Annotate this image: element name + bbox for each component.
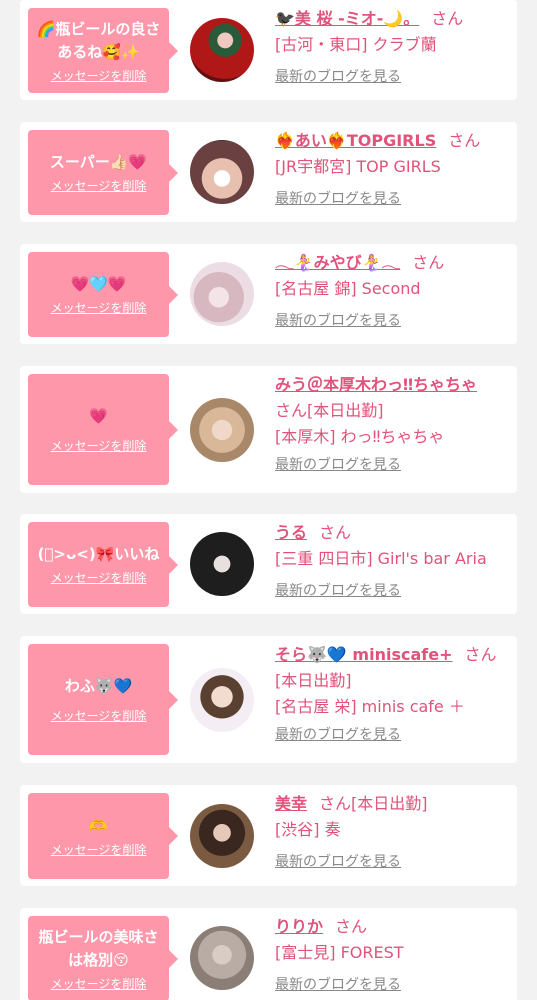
delete-message-link[interactable]: メッセージを削除 [51, 178, 147, 194]
message-text: 🫶 [89, 816, 108, 835]
cast-name-link[interactable]: りりか [275, 917, 323, 936]
latest-blog-link[interactable]: 最新のブログを見る [275, 580, 511, 602]
message-text: 🌈瓶ビールの良さ あるね🥰✨ [36, 19, 161, 61]
latest-blog-link[interactable]: 最新のブログを見る [275, 974, 511, 996]
message-text: 瓶ビールの美味さ は格別😚 [38, 927, 159, 969]
honorific: さん [448, 131, 481, 150]
message-bubble: 瓶ビールの美味さ は格別😚 メッセージを削除 [28, 916, 178, 1000]
status-badge: [本日出勤] [307, 401, 384, 420]
honorific: さん [275, 401, 308, 420]
latest-blog-link[interactable]: 最新のブログを見る [275, 724, 511, 746]
message-card: スーパー👍🏻💗 メッセージを削除 ❤️‍🔥あい❤️‍🔥TOPGIRLS さん [J… [20, 122, 517, 222]
avatar[interactable] [190, 398, 254, 462]
delete-message-link[interactable]: メッセージを削除 [51, 708, 147, 724]
latest-blog-link[interactable]: 最新のブログを見る [275, 310, 511, 332]
honorific: さん [431, 9, 464, 28]
message-text: (ﾟ>ᴗ<)🎀いいね [37, 545, 160, 563]
message-card: 💗 メッセージを削除 みう＠本厚木わっ‼︎ちゃちゃ さん[本日出勤] [本厚木]… [20, 366, 517, 493]
avatar[interactable] [190, 804, 254, 868]
honorific: さん [464, 645, 497, 664]
shop-info: [JR宇都宮] TOP GIRLS [275, 157, 441, 176]
message-text: 💗 [89, 407, 108, 425]
avatar[interactable] [190, 668, 254, 732]
message-bubble: 💗 メッセージを削除 [28, 374, 178, 485]
message-card: 🫶 メッセージを削除 美幸 さん[本日出勤] [渋谷] 奏 最新のブログを見る [20, 785, 517, 886]
message-card: わふ🐺💙 メッセージを削除 そら🐺💙 miniscafe+ さん [本日出勤] [… [20, 636, 517, 763]
message-text: 💗🩵💗 [70, 275, 127, 293]
shop-info: [渋谷] 奏 [275, 820, 341, 839]
shop-info: [名古屋 栄] minis cafe ＋ [275, 697, 465, 716]
message-bubble: 💗🩵💗 メッセージを削除 [28, 252, 178, 337]
cast-name-link[interactable]: そら🐺💙 miniscafe+ [275, 645, 452, 664]
avatar[interactable] [190, 532, 254, 596]
avatar[interactable] [190, 18, 254, 82]
message-bubble: (ﾟ>ᴗ<)🎀いいね メッセージを削除 [28, 522, 178, 607]
latest-blog-link[interactable]: 最新のブログを見る [275, 66, 511, 88]
latest-blog-link[interactable]: 最新のブログを見る [275, 454, 511, 476]
honorific: さん [335, 917, 368, 936]
message-card: (ﾟ>ᴗ<)🎀いいね メッセージを削除 うる さん [三重 四日市] Girl's… [20, 514, 517, 614]
delete-message-link[interactable]: メッセージを削除 [51, 976, 147, 992]
avatar[interactable] [190, 262, 254, 326]
honorific: さん [319, 523, 352, 542]
cast-name-link[interactable]: 𓂃🧜‍♀️みやび🧜‍♀️𓂃 [275, 253, 400, 272]
delete-message-link[interactable]: メッセージを削除 [51, 570, 147, 586]
latest-blog-link[interactable]: 最新のブログを見る [275, 188, 511, 210]
honorific: さん [412, 253, 445, 272]
latest-blog-link[interactable]: 最新のブログを見る [275, 851, 511, 873]
message-card: 🌈瓶ビールの良さ あるね🥰✨ メッセージを削除 🐦‍⬛美 桜 -ミオ-🌙。 さん … [20, 0, 517, 100]
message-card: 💗🩵💗 メッセージを削除 𓂃🧜‍♀️みやび🧜‍♀️𓂃 さん [名古屋 錦] Sec… [20, 244, 517, 344]
message-card: 瓶ビールの美味さ は格別😚 メッセージを削除 りりか さん [富士見] FORES… [20, 908, 517, 1000]
shop-info: [富士見] FOREST [275, 943, 404, 962]
status-badge: [本日出勤] [351, 794, 428, 813]
shop-info: [三重 四日市] Girl's bar Aria [275, 549, 487, 568]
message-bubble: 🌈瓶ビールの良さ あるね🥰✨ メッセージを削除 [28, 8, 178, 93]
delete-message-link[interactable]: メッセージを削除 [51, 300, 147, 316]
cast-name-link[interactable]: みう＠本厚木わっ‼︎ちゃちゃ [275, 375, 477, 394]
message-bubble: わふ🐺💙 メッセージを削除 [28, 644, 178, 755]
message-text: わふ🐺💙 [64, 677, 133, 695]
shop-info: [古河・東口] クラブ蘭 [275, 35, 437, 54]
shop-info: [本厚木] わっ‼︎ちゃちゃ [275, 427, 445, 446]
avatar[interactable] [190, 926, 254, 990]
cast-name-link[interactable]: ❤️‍🔥あい❤️‍🔥TOPGIRLS [275, 131, 436, 150]
message-bubble: 🫶 メッセージを削除 [28, 793, 178, 879]
message-bubble: スーパー👍🏻💗 メッセージを削除 [28, 130, 178, 215]
status-badge: [本日出勤] [275, 671, 352, 690]
avatar[interactable] [190, 140, 254, 204]
cast-name-link[interactable]: 美幸 [275, 794, 307, 813]
delete-message-link[interactable]: メッセージを削除 [51, 68, 147, 84]
cast-name-link[interactable]: うる [275, 523, 307, 542]
shop-info: [名古屋 錦] Second [275, 279, 421, 298]
delete-message-link[interactable]: メッセージを削除 [51, 842, 147, 858]
cast-name-link[interactable]: 🐦‍⬛美 桜 -ミオ-🌙。 [275, 9, 419, 28]
delete-message-link[interactable]: メッセージを削除 [51, 438, 147, 454]
honorific: さん [319, 794, 352, 813]
message-text: スーパー👍🏻💗 [49, 153, 148, 171]
